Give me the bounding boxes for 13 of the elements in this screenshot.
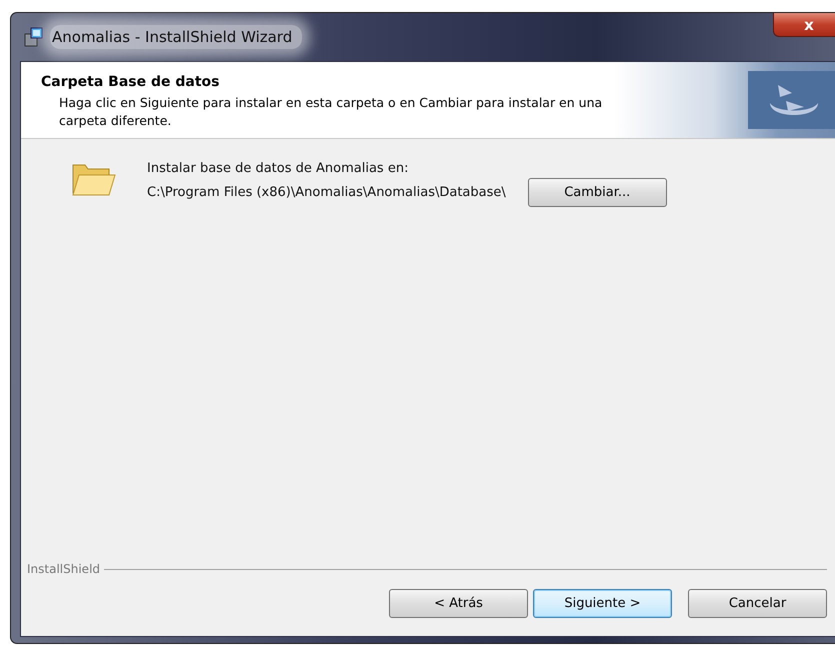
page-title: Carpeta Base de datos (41, 74, 220, 90)
back-button[interactable]: < Atrás (389, 589, 528, 618)
change-button[interactable]: Cambiar... (528, 178, 667, 207)
installer-icon (22, 26, 44, 48)
cancel-button[interactable]: Cancelar (688, 589, 827, 618)
install-path: C:\Program Files (x86)\Anomalias\Anomalias\Database\ (147, 185, 506, 200)
next-button[interactable]: Siguiente > (533, 589, 672, 618)
close-button[interactable]: x (773, 13, 835, 37)
page-description: Haga clic en Siguiente para instalar en esta carpeta o en Cambiar para instalar en una carpeta diferente. (59, 94, 604, 130)
logo-icon (748, 71, 835, 129)
window-title: Anomalias - InstallShield Wizard (50, 25, 302, 49)
install-label: Instalar base de datos de Anomalias en: (147, 161, 410, 176)
brand-label: InstallShield (27, 562, 100, 576)
